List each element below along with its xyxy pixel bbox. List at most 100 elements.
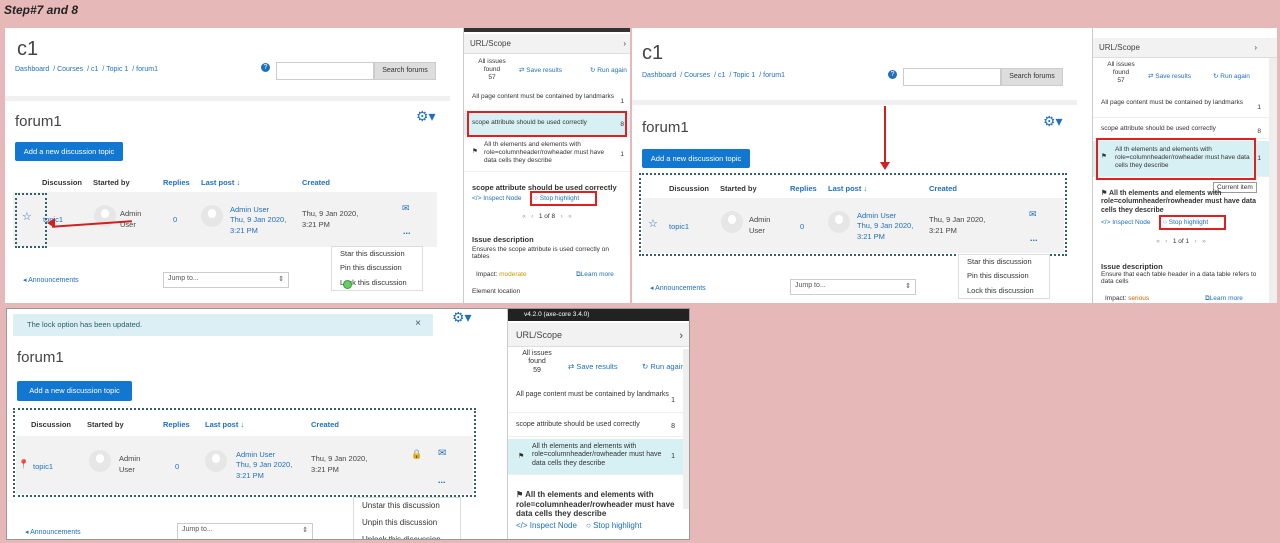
learn-more-link[interactable]: ⧉Learn more bbox=[576, 271, 614, 279]
more-actions-button[interactable]: ... bbox=[438, 475, 446, 485]
chevron-right-icon[interactable]: › bbox=[623, 39, 626, 48]
col-replies[interactable]: Replies bbox=[163, 178, 190, 187]
search-forums-button[interactable]: Search forums bbox=[1001, 68, 1063, 86]
col-created[interactable]: Created bbox=[929, 184, 957, 193]
issue-item-landmarks[interactable]: All page content must be contained by la… bbox=[464, 90, 630, 112]
col-replies[interactable]: Replies bbox=[163, 420, 190, 429]
breadcrumb-topic1[interactable]: Topic 1 bbox=[733, 72, 755, 79]
jump-to-select[interactable]: Jump to... ⇕ bbox=[177, 523, 313, 539]
menu-unstar[interactable]: Unstar this discussion bbox=[354, 498, 460, 515]
topic-link[interactable]: topic1 bbox=[33, 462, 53, 473]
menu-unpin[interactable]: Unpin this discussion bbox=[354, 515, 460, 532]
topic-link[interactable]: topic1 bbox=[669, 222, 689, 233]
menu-star[interactable]: Star this discussion bbox=[959, 255, 1049, 269]
col-last-post[interactable]: Last post ↓ bbox=[201, 178, 240, 187]
search-input[interactable] bbox=[276, 62, 374, 80]
issue-item-landmarks[interactable]: All page content must be contained by la… bbox=[508, 387, 689, 413]
announcements-link[interactable]: ◂ Announcements bbox=[23, 276, 79, 284]
last-post-date[interactable]: Thu, 9 Jan 2020, 3:21 PM bbox=[230, 215, 294, 236]
save-results-button[interactable]: ⇄ Save results bbox=[1148, 72, 1191, 80]
issue-item-landmarks[interactable]: All page content must be contained by la… bbox=[1093, 96, 1277, 118]
breadcrumb-c1[interactable]: c1 bbox=[718, 72, 725, 79]
replies-count[interactable]: 0 bbox=[175, 462, 179, 473]
impact-label: Impact: bbox=[476, 271, 498, 278]
pager-label: 1 of 8 bbox=[538, 213, 556, 220]
stop-highlight-button[interactable]: ○ Stop highlight bbox=[586, 521, 642, 530]
all-issues-dropdown[interactable]: All issues found 57 bbox=[472, 58, 512, 81]
jump-to-select[interactable]: Jump to... ⇕ bbox=[790, 279, 916, 295]
last-post-user[interactable]: Admin User bbox=[236, 450, 275, 461]
issue-item-scope[interactable]: scope attribute should be used correctly… bbox=[1093, 121, 1277, 139]
issue-item-scope[interactable]: scope attribute should be used correctly… bbox=[508, 415, 689, 437]
scrollbar[interactable] bbox=[683, 349, 689, 509]
breadcrumb-c1[interactable]: c1 bbox=[91, 66, 98, 73]
menu-unlock[interactable]: Unlock this discussion bbox=[354, 532, 460, 539]
menu-star[interactable]: Star this discussion bbox=[332, 247, 422, 261]
help-icon[interactable]: ? bbox=[888, 70, 897, 79]
announcements-link[interactable]: ◂ Announcements bbox=[25, 528, 81, 536]
col-started-by: Started by bbox=[93, 178, 130, 187]
breadcrumb-topic1[interactable]: Topic 1 bbox=[106, 66, 128, 73]
gear-icon[interactable]: ⚙▾ bbox=[416, 108, 436, 125]
issue-item-th[interactable]: ⚑ All th elements and elements with role=… bbox=[508, 439, 689, 475]
breadcrumb-dashboard[interactable]: Dashboard bbox=[642, 72, 676, 79]
gear-icon[interactable]: ⚙▾ bbox=[1043, 113, 1063, 130]
replies-count[interactable]: 0 bbox=[173, 215, 177, 226]
col-created[interactable]: Created bbox=[311, 420, 339, 429]
jump-to-select[interactable]: Jump to... ⇕ bbox=[163, 272, 289, 288]
breadcrumb-courses[interactable]: Courses bbox=[57, 66, 83, 73]
inspect-node-button[interactable]: </> Inspect Node bbox=[1101, 219, 1151, 226]
chevron-right-icon[interactable]: › bbox=[679, 330, 683, 342]
col-created[interactable]: Created bbox=[302, 178, 330, 187]
last-post-user[interactable]: Admin User bbox=[230, 205, 269, 216]
gear-icon[interactable]: ⚙▾ bbox=[452, 309, 472, 326]
breadcrumb-dashboard[interactable]: Dashboard bbox=[15, 66, 49, 73]
col-last-post[interactable]: Last post ↓ bbox=[205, 420, 244, 429]
col-replies[interactable]: Replies bbox=[790, 184, 817, 193]
issue-text: All th elements and elements with role=c… bbox=[532, 443, 662, 467]
last-post-date[interactable]: Thu, 9 Jan 2020, 3:21 PM bbox=[236, 460, 298, 481]
save-results-button[interactable]: ⇄ Save results bbox=[568, 362, 618, 371]
more-actions-button[interactable]: ... bbox=[1030, 233, 1038, 243]
all-issues-dropdown[interactable]: All issues found 59 bbox=[516, 350, 558, 375]
lock-icon: 🔒 bbox=[411, 449, 423, 459]
more-actions-button[interactable]: ... bbox=[403, 226, 411, 236]
announcements-link[interactable]: ◂ Announcements bbox=[650, 284, 706, 292]
run-again-button[interactable]: ↻ Run again bbox=[590, 66, 627, 74]
search-forums-button[interactable]: Search forums bbox=[374, 62, 436, 80]
subscribe-mail-icon[interactable]: ✉ bbox=[402, 203, 410, 214]
issue-description-title: Issue description bbox=[1101, 262, 1163, 271]
run-again-button[interactable]: ↻ Run again bbox=[642, 362, 685, 371]
issue-item-th[interactable]: ⚑ All th elements and elements with role=… bbox=[464, 138, 630, 172]
subscribe-mail-icon[interactable]: ✉ bbox=[438, 448, 446, 459]
scrollbar[interactable] bbox=[1269, 58, 1277, 303]
add-discussion-button[interactable]: Add a new discussion topic bbox=[17, 381, 132, 401]
save-results-button[interactable]: ⇄ Save results bbox=[519, 66, 562, 74]
all-issues-dropdown[interactable]: All issues found 57 bbox=[1101, 61, 1141, 84]
breadcrumb-courses[interactable]: Courses bbox=[684, 72, 710, 79]
star-icon[interactable]: ☆ bbox=[648, 217, 658, 230]
menu-lock[interactable]: Lock this discussion bbox=[959, 284, 1049, 298]
menu-pin[interactable]: Pin this discussion bbox=[959, 269, 1049, 283]
inspect-node-button[interactable]: </> Inspect Node bbox=[516, 521, 577, 530]
inspect-node-button[interactable]: </> Inspect Node bbox=[472, 195, 522, 202]
close-icon[interactable]: × bbox=[415, 318, 421, 329]
impact-value: moderate bbox=[499, 271, 527, 278]
col-last-post[interactable]: Last post ↓ bbox=[828, 184, 867, 193]
help-icon[interactable]: ? bbox=[261, 63, 270, 72]
last-post-date[interactable]: Thu, 9 Jan 2020, 3:21 PM bbox=[857, 221, 921, 242]
breadcrumb-forum1[interactable]: forum1 bbox=[763, 72, 785, 79]
search-input[interactable] bbox=[903, 68, 1001, 86]
chevron-right-icon[interactable]: › bbox=[1254, 43, 1257, 52]
last-post-user[interactable]: Admin User bbox=[857, 211, 896, 222]
col-discussion: Discussion bbox=[42, 178, 83, 187]
replies-count[interactable]: 0 bbox=[800, 222, 804, 233]
add-discussion-button[interactable]: Add a new discussion topic bbox=[15, 142, 123, 161]
menu-pin[interactable]: Pin this discussion bbox=[332, 261, 422, 275]
breadcrumb-forum1[interactable]: forum1 bbox=[136, 66, 158, 73]
run-again-button[interactable]: ↻ Run again bbox=[1213, 72, 1250, 80]
subscribe-mail-icon[interactable]: ✉ bbox=[1029, 209, 1037, 220]
learn-more-link[interactable]: ⧉Learn more bbox=[1205, 295, 1243, 303]
add-discussion-button[interactable]: Add a new discussion topic bbox=[642, 149, 750, 168]
star-icon[interactable]: ☆ bbox=[22, 210, 32, 223]
